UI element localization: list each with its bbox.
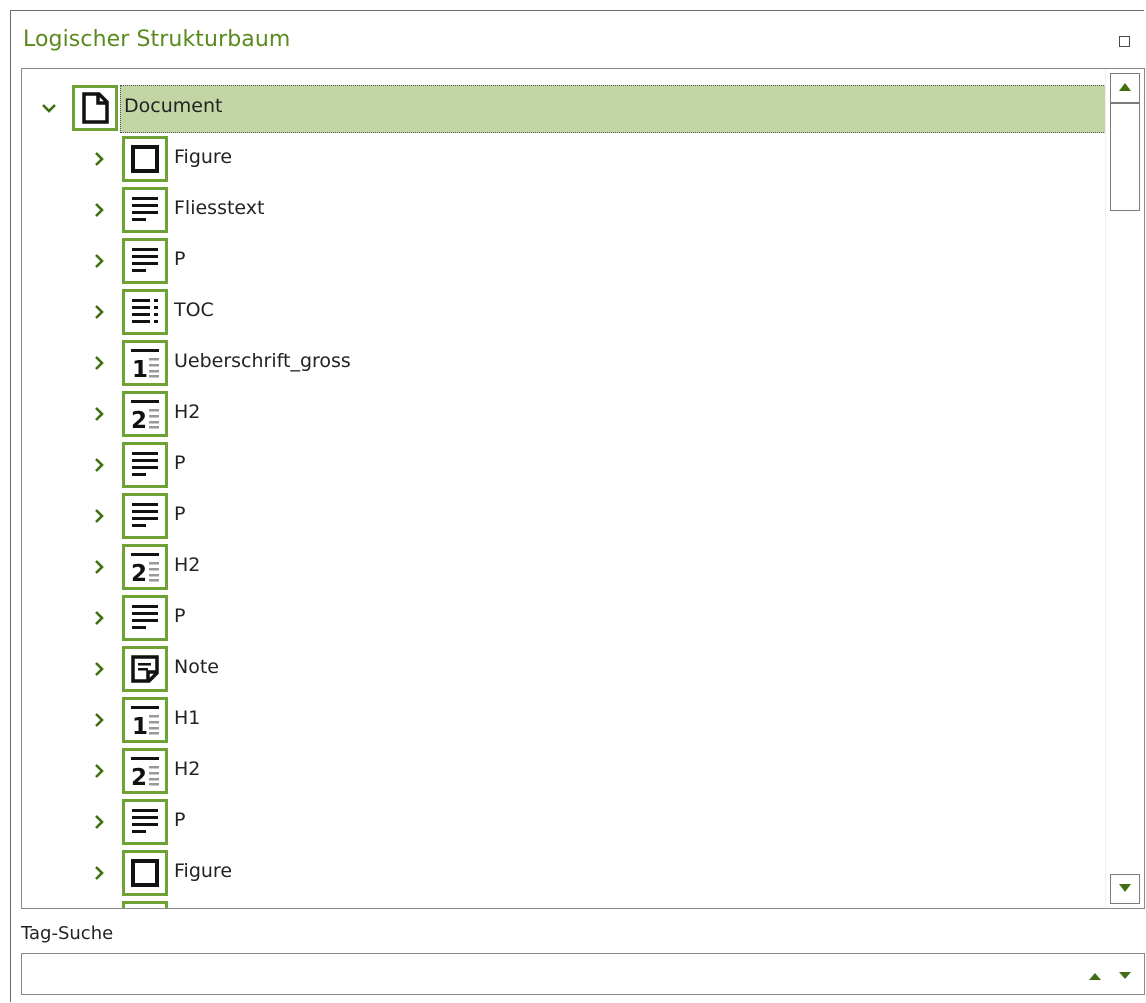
tree-node[interactable]: P: [22, 491, 1106, 542]
tree-view: Document Figure Fliesstext P TOC 1 Ueberschrif…: [21, 68, 1145, 909]
tree-node-label: P: [174, 503, 186, 525]
tree-node-root[interactable]: Document: [22, 83, 1106, 134]
chevron-right-icon[interactable]: [90, 252, 108, 270]
heading1-icon: 1: [122, 697, 168, 743]
heading1-icon: 1: [122, 340, 168, 386]
scroll-down-button[interactable]: [1110, 874, 1140, 904]
chevron-right-icon[interactable]: [90, 711, 108, 729]
figure-icon: [122, 850, 168, 896]
chevron-right-icon[interactable]: [90, 201, 108, 219]
tree-node-label: TOC: [174, 299, 214, 321]
generic-icon: [122, 901, 168, 908]
chevron-right-icon[interactable]: [90, 609, 108, 627]
note-icon: [122, 646, 168, 692]
paragraph-icon: [122, 493, 168, 539]
tree-node[interactable]: [22, 899, 1106, 908]
document-icon: [72, 85, 118, 131]
heading2-icon: 2: [122, 544, 168, 590]
tree-node[interactable]: TOC: [22, 287, 1106, 338]
arrow-up-icon: [1119, 83, 1131, 91]
tree-node[interactable]: 2 H2: [22, 542, 1106, 593]
chevron-right-icon[interactable]: [90, 456, 108, 474]
svg-text:1: 1: [132, 357, 148, 380]
tree-node[interactable]: Figure: [22, 848, 1106, 899]
chevron-down-icon[interactable]: [40, 99, 58, 117]
chevron-right-icon[interactable]: [90, 303, 108, 321]
figure-icon: [122, 136, 168, 182]
tree-node-label: Ueberschrift_gross: [174, 350, 351, 372]
chevron-right-icon[interactable]: [90, 558, 108, 576]
svg-text:2: 2: [131, 765, 147, 788]
chevron-right-icon[interactable]: [90, 762, 108, 780]
chevron-right-icon[interactable]: [90, 354, 108, 372]
tree-node[interactable]: Figure: [22, 134, 1106, 185]
svg-text:1: 1: [132, 714, 148, 737]
chevron-right-icon[interactable]: [90, 813, 108, 831]
paragraph-icon: [122, 595, 168, 641]
tree-node-label: Fliesstext: [174, 197, 265, 219]
paragraph-icon: [122, 442, 168, 488]
search-previous-icon[interactable]: [1088, 971, 1102, 981]
tree-node-label: H2: [174, 401, 201, 423]
tree-node-label: Document: [124, 95, 223, 117]
chevron-right-icon[interactable]: [90, 507, 108, 525]
tree-node-label: P: [174, 248, 186, 270]
tree-node-label: Figure: [174, 146, 233, 168]
svg-text:2: 2: [131, 561, 147, 584]
chevron-right-icon[interactable]: [90, 660, 108, 678]
tag-search-label: Tag-Suche: [21, 923, 114, 944]
tree-node[interactable]: 1 H1: [22, 695, 1106, 746]
toc-icon: [122, 289, 168, 335]
tree-node[interactable]: 2 H2: [22, 389, 1106, 440]
tree-node[interactable]: P: [22, 797, 1106, 848]
tree-node[interactable]: 2 H2: [22, 746, 1106, 797]
panel-title: Logischer Strukturbaum: [23, 27, 291, 52]
tree-node[interactable]: Note: [22, 644, 1106, 695]
scroll-thumb[interactable]: [1110, 103, 1140, 211]
tree-node-label: H1: [174, 707, 201, 729]
paragraph-icon: [122, 238, 168, 284]
tree-node-label: Note: [174, 656, 219, 678]
scroll-up-button[interactable]: [1110, 73, 1140, 103]
tree-node-label: H2: [174, 554, 201, 576]
paragraph-icon: [122, 799, 168, 845]
tree-node[interactable]: P: [22, 593, 1106, 644]
selection-highlight: [120, 85, 1106, 133]
chevron-right-icon[interactable]: [90, 150, 108, 168]
chevron-right-icon[interactable]: [90, 864, 108, 882]
chevron-right-icon[interactable]: [90, 405, 108, 423]
structure-tree-panel: Logischer Strukturbaum Document Figure Fli…: [10, 10, 1145, 1002]
tree-node[interactable]: P: [22, 236, 1106, 287]
tag-search-input[interactable]: [28, 960, 1072, 990]
tree-node-label: Figure: [174, 860, 233, 882]
maximize-button[interactable]: [1119, 36, 1130, 47]
tree-node-label: P: [174, 452, 186, 474]
tree-node[interactable]: P: [22, 440, 1106, 491]
tree-node[interactable]: 1 Ueberschrift_gross: [22, 338, 1106, 389]
tree-node-label: P: [174, 605, 186, 627]
heading2-icon: 2: [122, 748, 168, 794]
tree-node[interactable]: Fliesstext: [22, 185, 1106, 236]
tree-list: Document Figure Fliesstext P TOC 1 Ueberschrif…: [22, 69, 1106, 908]
svg-text:2: 2: [131, 408, 147, 431]
paragraph-icon: [122, 187, 168, 233]
tree-node-label: H2: [174, 758, 201, 780]
tag-search-box: [21, 953, 1145, 995]
tree-node-label: P: [174, 809, 186, 831]
heading2-icon: 2: [122, 391, 168, 437]
arrow-down-icon: [1119, 884, 1131, 892]
vertical-scrollbar[interactable]: [1105, 69, 1144, 908]
search-next-icon[interactable]: [1118, 971, 1132, 981]
